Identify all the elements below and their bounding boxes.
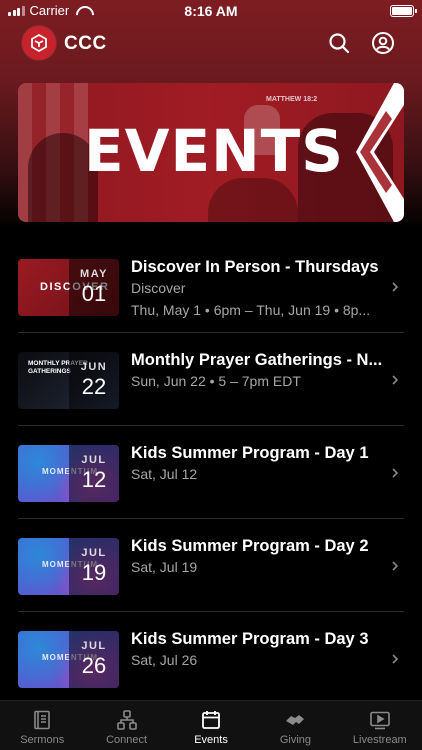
date-day: 26 [81,653,107,678]
chevron-logo-icon [356,83,404,222]
date-day: 12 [81,467,107,492]
tab-label: Livestream [352,734,407,746]
search-button[interactable] [326,30,352,56]
date-badge: JUL 19 [69,538,119,595]
event-title: Kids Summer Program - Day 1 [131,444,369,462]
profile-button[interactable] [370,30,396,56]
event-title: Kids Summer Program - Day 2 [131,537,369,555]
event-detail: Thu, May 1 • 6pm – Thu, Jun 19 • 8p... [131,302,371,318]
status-time: 8:16 AM [184,3,238,19]
date-badge: MAY 01 [69,259,119,316]
event-title: Discover In Person - Thursdays [131,258,379,276]
event-row[interactable]: MONTHLY PRAYER GATHERINGS JUN 22 Monthly… [0,333,422,426]
book-icon [34,710,51,730]
event-row[interactable]: MOMENTUM JUL 12 Kids Summer Program - Da… [0,426,422,519]
event-row[interactable]: MOMENTUM JUL 19 Kids Summer Program - Da… [0,519,422,612]
event-thumbnail: DISCOVER MAY 01 [18,259,119,316]
event-subtitle: Discover [131,280,186,296]
event-thumbnail: MOMENTUM JUL 26 [18,631,119,688]
user-icon [372,32,394,54]
battery-icon [390,5,417,17]
tab-giving[interactable]: Giving [253,701,337,750]
tab-bar: Sermons Connect Events Giving Livestream [0,700,422,750]
network-icon [116,710,137,730]
tab-livestream[interactable]: Livestream [338,701,422,750]
event-thumbnail: MOMENTUM JUL 12 [18,445,119,502]
status-bar: Carrier 8:16 AM [0,0,422,22]
date-month: JUL [81,454,107,466]
event-title: Monthly Prayer Gatherings - N... [131,351,383,369]
event-subtitle: Sat, Jul 26 [131,652,198,668]
chevron-right-icon [392,282,399,292]
tab-label: Events [194,734,228,746]
event-thumbnail: MOMENTUM JUL 19 [18,538,119,595]
tab-connect[interactable]: Connect [84,701,168,750]
event-subtitle: Sun, Jun 22 • 5 – 7pm EDT [131,373,301,389]
chevron-right-icon [392,468,399,478]
tab-events[interactable]: Events [169,701,253,750]
date-month: JUL [81,547,107,559]
event-thumbnail: MONTHLY PRAYER GATHERINGS JUN 22 [18,352,119,409]
date-month: JUL [81,640,107,652]
tab-label: Connect [106,734,148,746]
banner-title: EVENTS [84,117,345,185]
date-day: 19 [81,560,107,585]
play-screen-icon [370,711,390,730]
chevron-right-icon [392,654,399,664]
calendar-icon [202,711,220,729]
date-badge: JUL 12 [69,445,119,502]
event-subtitle: Sat, Jul 19 [131,559,198,575]
chevron-right-icon [392,561,399,571]
event-row[interactable]: MOMENTUM JUL 26 Kids Summer Program - Da… [0,612,422,705]
date-month: JUN [80,361,108,373]
date-day: 22 [81,374,107,399]
handshake-icon [286,715,305,725]
date-badge: JUL 26 [69,631,119,688]
church-logo-icon[interactable] [22,26,56,60]
event-row[interactable]: DISCOVER MAY 01 Discover In Person - Thu… [0,240,422,333]
event-title: Kids Summer Program - Day 3 [131,630,369,648]
tab-label: Giving [279,734,312,746]
event-subtitle: Sat, Jul 12 [131,466,198,482]
tab-sermons[interactable]: Sermons [0,701,84,750]
date-badge: JUN 22 [69,352,119,409]
date-month: MAY [80,268,108,280]
tab-label: Sermons [20,734,65,746]
chevron-right-icon [392,375,399,385]
app-name: CCC [64,33,107,54]
search-icon [329,33,350,54]
banner-sign-text: MATTHEW 18:2 [266,96,318,103]
events-banner: MATTHEW 18:2 EVENTS [18,83,404,222]
date-day: 01 [81,281,107,306]
app-header: CCC [0,26,422,62]
